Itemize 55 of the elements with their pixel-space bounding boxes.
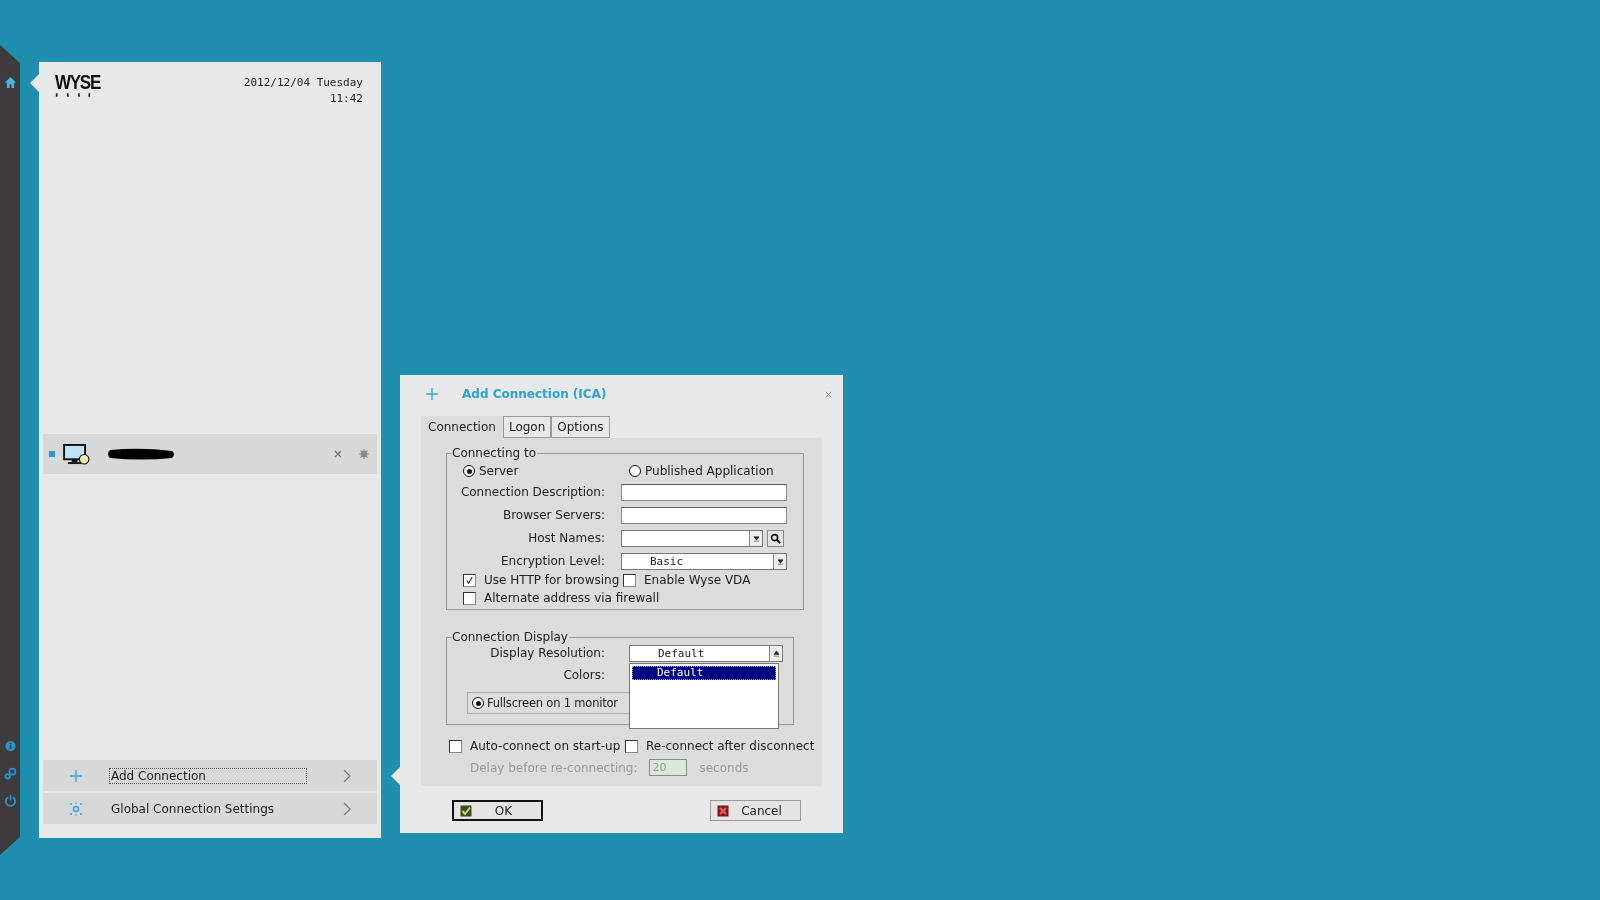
combo-box[interactable]: Basic — [621, 552, 787, 570]
field-label: Host Names: — [527, 530, 605, 547]
connection-item[interactable] — [43, 434, 377, 474]
check-icon — [460, 804, 472, 817]
tab[interactable]: Logon — [502, 416, 552, 438]
plus-icon — [425, 387, 439, 401]
checkbox-option[interactable]: Alternate address via firewall — [463, 591, 795, 605]
field-label: Display Resolution: — [489, 645, 605, 662]
monitor-icon — [63, 443, 90, 465]
settings-icon[interactable] — [359, 449, 369, 459]
plus-icon — [69, 768, 83, 783]
text-field[interactable] — [621, 483, 787, 501]
combo-box[interactable]: Default — [629, 644, 783, 662]
dropdown-option[interactable]: Default — [632, 666, 776, 680]
group-legend: Connection Display — [451, 630, 569, 644]
action-label: Add Connection — [109, 767, 307, 784]
radio-option[interactable]: Server — [463, 464, 629, 478]
chevron-icon — [343, 801, 351, 816]
dialog-title: Add Connection (ICA) — [462, 387, 607, 401]
checkbox-option[interactable]: Re-connect after disconnect — [625, 739, 815, 753]
action-item[interactable]: Global Connection Settings — [43, 793, 377, 824]
ok-button[interactable]: OK — [452, 800, 543, 821]
action-label: Global Connection Settings — [110, 800, 276, 817]
field-label: Encryption Level: — [500, 553, 605, 570]
field-label: Delay before re-connecting: — [470, 760, 638, 775]
cross-icon — [717, 804, 729, 817]
tab[interactable]: Connection — [421, 416, 503, 438]
info-icon[interactable] — [3, 740, 17, 753]
chevron-icon — [343, 768, 351, 783]
combo-box[interactable] — [621, 529, 763, 547]
field-label: Colors: — [562, 667, 605, 684]
date-text: 2012/12/04 Tuesday — [243, 75, 363, 91]
logo: WYSE — [55, 72, 100, 92]
check-icon — [465, 575, 474, 585]
close-icon[interactable] — [333, 449, 343, 459]
group-legend: Connecting to — [451, 446, 538, 460]
checkbox-option[interactable]: Enable Wyse VDA — [623, 573, 751, 587]
gears-icon[interactable] — [3, 767, 17, 780]
settings-icon — [69, 801, 83, 816]
search-button[interactable] — [767, 529, 784, 547]
redaction-mark — [106, 447, 176, 461]
field-label: Connection Description: — [459, 484, 605, 501]
time-text: 11:42 — [329, 91, 363, 107]
tab[interactable]: Options — [551, 416, 610, 438]
unit-text: seconds — [699, 760, 749, 775]
field-label: Browser Servers: — [501, 507, 605, 524]
action-item[interactable]: Add Connection — [43, 760, 377, 791]
checkbox-option[interactable]: Auto-connect on start-up — [449, 739, 621, 753]
home-icon[interactable] — [3, 76, 17, 89]
text-field[interactable] — [621, 506, 787, 524]
radio-option[interactable]: Published Application — [629, 464, 795, 478]
cancel-button[interactable]: Cancel — [710, 800, 801, 821]
close-icon[interactable] — [824, 389, 833, 399]
power-icon[interactable] — [3, 794, 17, 807]
checkbox-option[interactable]: Use HTTP for browsing — [463, 573, 623, 587]
